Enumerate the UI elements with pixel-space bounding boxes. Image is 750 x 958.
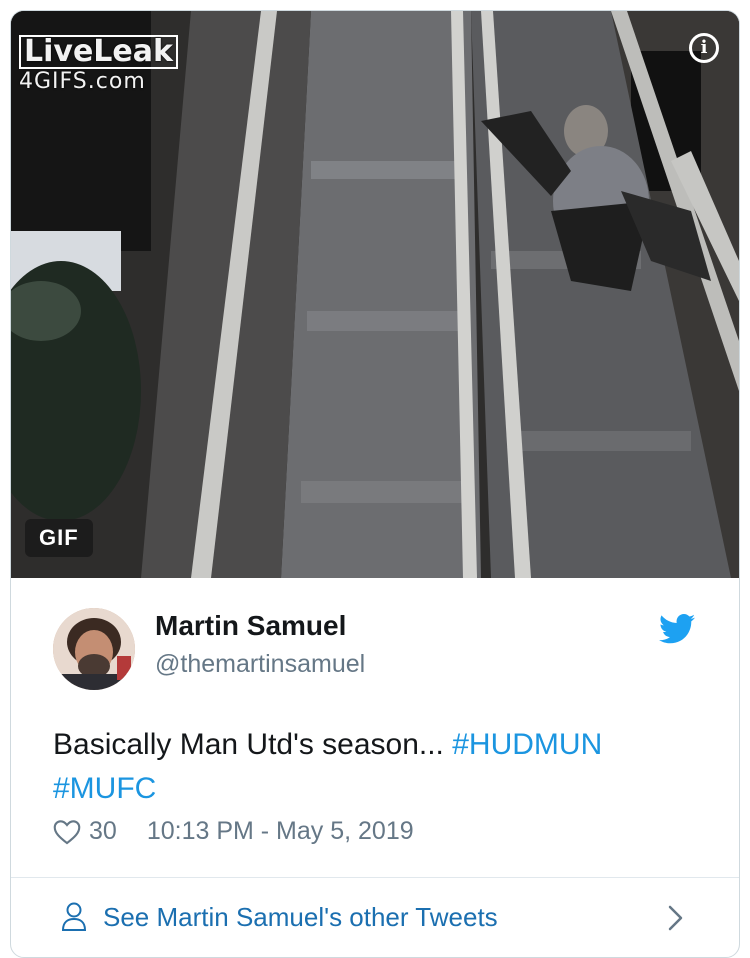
heart-icon[interactable] xyxy=(53,819,81,845)
tweet-body: Basically Man Utd's season... xyxy=(53,728,453,761)
see-other-tweets-link[interactable]: See Martin Samuel's other Tweets xyxy=(11,878,739,957)
chevron-right-icon[interactable] xyxy=(667,904,685,932)
watermark-liveleak: LiveLeak xyxy=(19,35,178,69)
see-other-tweets-label[interactable]: See Martin Samuel's other Tweets xyxy=(103,902,498,933)
hashtag-hudmun[interactable]: #HUDMUN xyxy=(452,728,602,761)
gif-badge: GIF xyxy=(25,519,93,557)
tweet-author[interactable]: Martin Samuel @themartinsamuel xyxy=(53,608,693,698)
info-icon[interactable]: i xyxy=(689,33,719,63)
like-count[interactable]: 30 xyxy=(89,817,117,846)
author-name[interactable]: Martin Samuel xyxy=(155,610,346,642)
avatar-image xyxy=(53,608,135,690)
tweet-timestamp[interactable]: 10:13 PM - May 5, 2019 xyxy=(147,817,414,846)
gif-media[interactable]: LiveLeak 4GIFS.com i GIF xyxy=(11,11,739,578)
twitter-bird-icon[interactable] xyxy=(659,614,695,644)
person-icon xyxy=(61,902,87,931)
tweet-text: Basically Man Utd's season... #HUDMUN #M… xyxy=(53,723,713,811)
author-handle[interactable]: @themartinsamuel xyxy=(155,650,365,679)
gif-frame-illustration xyxy=(11,11,739,578)
hashtag-mufc[interactable]: #MUFC xyxy=(53,772,156,805)
tweet-meta: 30 10:13 PM - May 5, 2019 xyxy=(53,817,414,846)
tweet-card: LiveLeak 4GIFS.com i GIF Martin Samuel @… xyxy=(10,10,740,958)
watermark: LiveLeak 4GIFS.com xyxy=(19,35,178,95)
avatar[interactable] xyxy=(53,608,135,690)
watermark-4gifs: 4GIFS.com xyxy=(19,69,146,94)
